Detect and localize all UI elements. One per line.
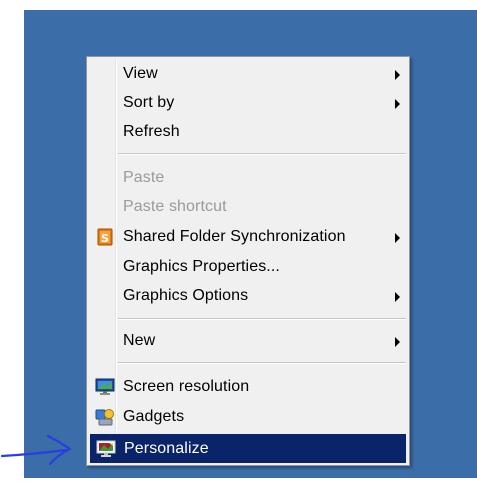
menu-item-view[interactable]: View [90,60,406,88]
menu-separator [118,153,406,155]
menu-separator [118,362,406,364]
menu-item-label: Refresh [123,123,180,140]
menu-item-label: Personalize [124,440,209,457]
screen-resolution-icon [95,378,115,396]
menu-item-label: Graphics Options [123,287,249,304]
menu-item-new[interactable]: New [90,327,406,355]
menu-separator [118,318,406,320]
menu-item-personalize[interactable]: Personalize [90,434,406,463]
submenu-arrow-icon [395,337,400,347]
personalize-icon [96,440,116,458]
gadgets-icon [95,408,115,426]
menu-item-sort-by[interactable]: Sort by [90,89,406,117]
menu-item-label: Gadgets [123,408,185,425]
annotation-arrow-icon [0,434,72,466]
menu-item-graphics-options[interactable]: Graphics Options [90,282,406,310]
desktop-context-menu: View Sort by Refresh Paste Paste shortcu… [86,56,410,466]
menu-item-refresh[interactable]: Refresh [90,118,406,146]
submenu-arrow-icon [395,292,400,302]
menu-item-graphics-properties[interactable]: Graphics Properties... [90,253,406,281]
shared-folder-sync-icon: S [95,228,115,246]
menu-item-label: Paste shortcut [123,198,227,215]
menu-item-label: Paste [123,169,165,186]
submenu-arrow-icon [395,233,400,243]
menu-item-paste: Paste [90,164,406,192]
menu-item-screen-resolution[interactable]: Screen resolution [90,373,406,401]
menu-item-label: Graphics Properties... [123,258,280,275]
menu-item-paste-shortcut: Paste shortcut [90,193,406,221]
menu-item-shared-folder-synchronization[interactable]: S Shared Folder Synchronization [90,223,406,251]
menu-item-label: Shared Folder Synchronization [123,228,346,245]
menu-item-gadgets[interactable]: Gadgets [90,403,406,431]
menu-item-label: View [123,65,158,82]
submenu-arrow-icon [395,99,400,109]
menu-item-label: New [123,332,156,349]
svg-text:S: S [101,232,109,245]
submenu-arrow-icon [395,70,400,80]
menu-item-label: Screen resolution [123,378,250,395]
menu-item-label: Sort by [123,94,175,111]
screenshot-canvas: View Sort by Refresh Paste Paste shortcu… [0,0,477,500]
